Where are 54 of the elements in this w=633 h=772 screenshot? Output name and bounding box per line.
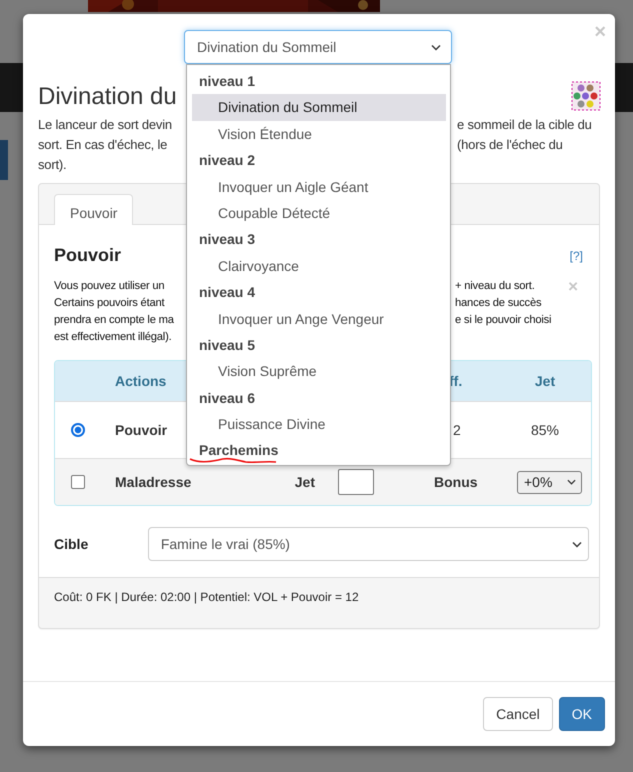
- text-fragment: sort).: [38, 156, 68, 174]
- dialog-title: Divination du: [38, 83, 177, 111]
- menu-item[interactable]: Puissance Divine: [192, 411, 446, 438]
- group-header: niveau 4: [198, 283, 256, 302]
- group-header: niveau 5: [198, 336, 256, 355]
- caret-icon: [431, 44, 441, 50]
- help-link[interactable]: [?]: [570, 248, 589, 262]
- text-fragment: est effectivement illégal).: [54, 330, 173, 345]
- section-title: Pouvoir: [54, 245, 122, 266]
- radio-button[interactable]: [71, 423, 85, 437]
- group-header: niveau 3: [198, 230, 256, 250]
- menu-item[interactable]: Invoquer un Ange Vengeur: [192, 306, 446, 332]
- menu-item[interactable]: Coupable Détecté: [192, 200, 446, 226]
- table-cell: 85%: [530, 422, 560, 438]
- gems-icon: [571, 81, 601, 111]
- navbar-strip: [0, 63, 23, 112]
- cancel-button[interactable]: Cancel: [483, 697, 553, 731]
- checkbox[interactable]: [71, 475, 85, 489]
- group-header: niveau 6: [198, 388, 256, 408]
- navbar-strip: [615, 63, 633, 112]
- summary-text: Coût: 0 FK | Durée: 02:00 | Potentiel: VOL + Pouvoir = 12: [54, 590, 359, 604]
- column-header: Actions: [115, 373, 168, 389]
- text-fragment: hances de succès: [455, 296, 542, 311]
- menu-item[interactable]: Divination du Sommeil: [192, 94, 446, 121]
- tab[interactable]: Pouvoir: [54, 194, 134, 225]
- menu-item[interactable]: Invoquer un Aigle Géant: [192, 174, 446, 200]
- field-label: Cible: [54, 536, 90, 552]
- ok-button[interactable]: OK: [558, 697, 605, 731]
- text-fragment: sort. En cas d'échec, le: [38, 136, 168, 154]
- spell-select[interactable]: Divination du Sommeil: [184, 30, 452, 64]
- text-fragment: Certains pouvoirs étant: [54, 296, 166, 311]
- group-header: niveau 2: [198, 151, 256, 170]
- text-fragment: + niveau du sort.: [455, 279, 536, 294]
- bonus-select[interactable]: +0%: [517, 470, 582, 494]
- target-select[interactable]: Famine le vrai (85%): [148, 527, 589, 561]
- field-label: Jet: [294, 474, 315, 490]
- group-header: niveau 1: [198, 72, 256, 91]
- text-fragment: Le lanceur de sort devin: [38, 116, 173, 134]
- table-cell: 2: [453, 422, 461, 438]
- text-fragment: (hors de l'échec du: [457, 136, 564, 154]
- text-fragment: Vous pouvez utiliser un: [54, 279, 166, 294]
- menu-item[interactable]: Vision Suprême: [192, 358, 446, 385]
- text-fragment: prendra en compte le ma: [54, 313, 175, 328]
- input-field[interactable]: [338, 469, 374, 495]
- text-fragment: e sommeil de la cible du: [457, 116, 593, 134]
- group-header: Parchemins: [187, 437, 278, 464]
- menu-item[interactable]: Clairvoyance: [192, 252, 446, 280]
- column-header: Jet: [534, 373, 556, 389]
- row-label: Maladresse: [115, 474, 192, 490]
- text-fragment: e si le pouvoir choisi: [455, 313, 552, 328]
- caret-icon: [567, 479, 576, 485]
- caret-icon: [572, 540, 582, 548]
- field-label: Bonus: [434, 474, 478, 490]
- menu-item[interactable]: Vision Étendue: [192, 120, 446, 148]
